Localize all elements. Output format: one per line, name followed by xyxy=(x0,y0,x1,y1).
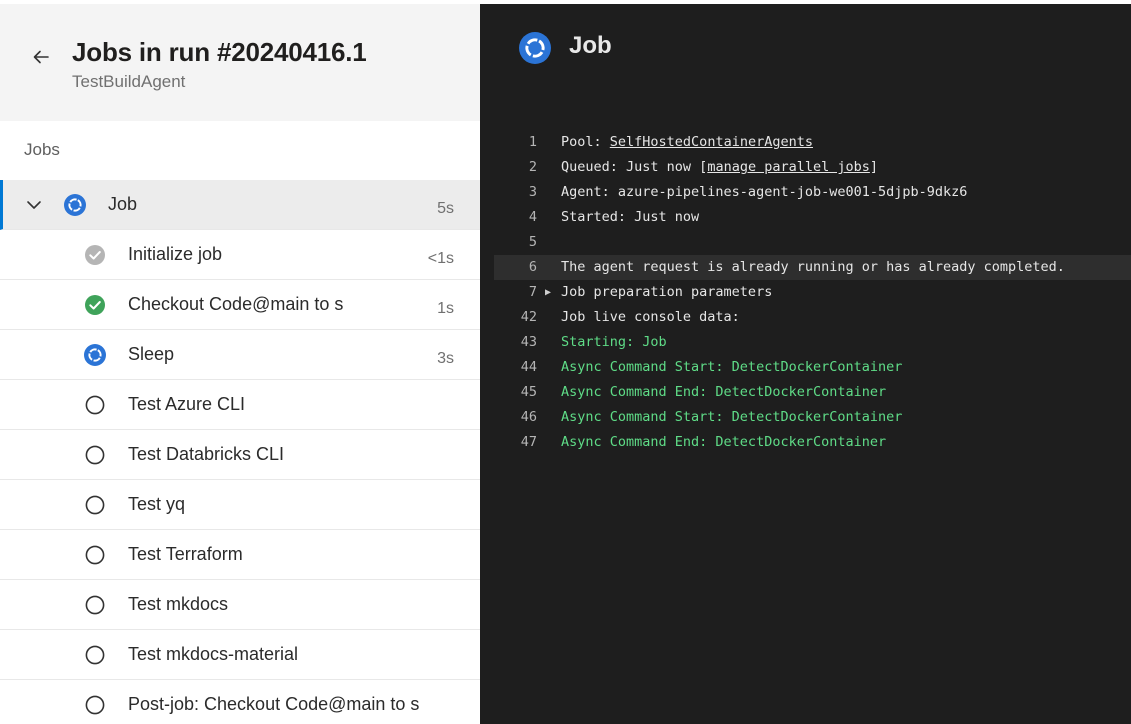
line-number: 42 xyxy=(520,309,537,325)
line-number: 46 xyxy=(520,409,537,425)
chevron-down-icon[interactable] xyxy=(25,196,43,214)
step-duration: 1s xyxy=(437,300,454,317)
top-divider xyxy=(480,0,1131,4)
job-row[interactable]: Job 5s xyxy=(0,180,480,230)
step-duration: <1s xyxy=(427,250,454,267)
step-row[interactable]: Sleep 3s xyxy=(0,330,480,380)
console-title: Job xyxy=(569,32,612,59)
console-line: 1 Pool: SelfHostedContainerAgents xyxy=(494,130,1131,155)
console-line: 42 Job live console data: xyxy=(494,305,1131,330)
pending-status-icon xyxy=(84,594,106,616)
line-number: 2 xyxy=(528,159,537,175)
succeeded-status-icon xyxy=(84,294,106,316)
pending-status-icon xyxy=(84,644,106,666)
pending-status-icon xyxy=(84,494,106,516)
console-link[interactable]: SelfHostedContainerAgents xyxy=(610,134,813,150)
step-label: Checkout Code@main to s xyxy=(128,294,344,314)
job-duration: 5s xyxy=(437,200,454,217)
pipeline-name: TestBuildAgent xyxy=(72,72,186,91)
console-log: 1 Pool: SelfHostedContainerAgents 2 Queued:… xyxy=(494,130,1131,455)
step-row[interactable]: Test yq xyxy=(0,480,480,530)
step-row[interactable]: Post-job: Checkout Code@main to s xyxy=(0,680,480,724)
pending-status-icon xyxy=(84,394,106,416)
jobs-section-label: Jobs xyxy=(24,140,60,159)
console-text: Job live console data: xyxy=(561,309,740,325)
console-line: 5 xyxy=(494,230,1131,255)
pending-status-icon xyxy=(84,694,106,716)
step-row[interactable]: Test Terraform xyxy=(0,530,480,580)
console-line: 4 Started: Just now xyxy=(494,205,1131,230)
console-text: Pool: SelfHostedContainerAgents xyxy=(561,134,813,150)
console-text: Async Command Start: DetectDockerContain… xyxy=(561,359,903,375)
console-line: 47 Async Command End: DetectDockerContain… xyxy=(494,430,1131,455)
console-line: 46 Async Command Start: DetectDockerConta… xyxy=(494,405,1131,430)
console-line: 3 Agent: azure-pipelines-agent-job-we001-… xyxy=(494,180,1131,205)
panel-header: Jobs in run #20240416.1 TestBuildAgent xyxy=(0,4,480,121)
arrow-left-icon xyxy=(33,50,49,64)
step-duration: 3s xyxy=(437,350,454,367)
step-label: Post-job: Checkout Code@main to s xyxy=(128,694,420,714)
step-label: Initialize job xyxy=(128,244,223,264)
running-status-icon xyxy=(84,344,106,366)
console-line: 2 Queued: Just now [manage parallel jobs] xyxy=(494,155,1131,180)
step-row[interactable]: Test mkdocs xyxy=(0,580,480,630)
line-number: 7 xyxy=(528,284,537,300)
line-number: 44 xyxy=(520,359,537,375)
console-text: Started: Just now xyxy=(561,209,700,225)
step-row[interactable]: Checkout Code@main to s 1s xyxy=(0,280,480,330)
step-row[interactable]: Test Azure CLI xyxy=(0,380,480,430)
running-status-icon xyxy=(64,194,86,216)
step-label: Test Databricks CLI xyxy=(128,444,285,464)
pending-status-icon xyxy=(84,544,106,566)
page-title: Jobs in run #20240416.1 xyxy=(72,37,367,67)
console-text: Starting: Job xyxy=(561,334,667,350)
line-number: 45 xyxy=(520,384,537,400)
expand-triangle-icon[interactable]: ▶ xyxy=(545,280,551,305)
step-label: Sleep xyxy=(128,344,175,364)
line-number: 1 xyxy=(528,134,537,150)
back-button[interactable] xyxy=(26,42,56,72)
step-label: Test Azure CLI xyxy=(128,394,246,414)
console-text[interactable]: Job preparation parameters xyxy=(561,280,772,305)
console-text: Async Command End: DetectDockerContainer xyxy=(561,384,887,400)
step-label: Test yq xyxy=(128,494,186,514)
step-label: Test Terraform xyxy=(128,544,243,564)
step-row[interactable]: Test Databricks CLI xyxy=(0,430,480,480)
console-line: 7 ▶ Job preparation parameters xyxy=(494,280,1131,305)
console-panel: Job 1 Pool: SelfHostedContainerAgents 2 Que… xyxy=(480,0,1131,724)
skipped-status-icon xyxy=(84,244,106,266)
line-number: 5 xyxy=(528,234,537,250)
console-line: 45 Async Command End: DetectDockerContain… xyxy=(494,380,1131,405)
pending-status-icon xyxy=(84,444,106,466)
line-number: 3 xyxy=(528,184,537,200)
line-number: 43 xyxy=(520,334,537,350)
step-label: Test mkdocs-material xyxy=(128,644,299,664)
step-row[interactable]: Test mkdocs-material xyxy=(0,630,480,680)
console-line: 44 Async Command Start: DetectDockerConta… xyxy=(494,355,1131,380)
console-text: The agent request is already running or … xyxy=(561,259,1065,275)
console-text: Async Command End: DetectDockerContainer xyxy=(561,434,887,450)
running-status-icon xyxy=(519,32,551,64)
console-text: Queued: Just now [manage parallel jobs] xyxy=(561,159,879,175)
step-row[interactable]: Initialize job <1s xyxy=(0,230,480,280)
line-number: 6 xyxy=(528,259,537,275)
console-text: Async Command Start: DetectDockerContain… xyxy=(561,409,903,425)
console-line: 43 Starting: Job xyxy=(494,330,1131,355)
job-label: Job xyxy=(108,194,138,214)
console-line: 6 The agent request is already running or… xyxy=(494,255,1131,280)
step-label: Test mkdocs xyxy=(128,594,229,614)
jobs-panel: Jobs in run #20240416.1 TestBuildAgent J… xyxy=(0,0,480,724)
line-number: 47 xyxy=(520,434,537,450)
jobs-list: Job 5s Initialize job <1s Checkout Code@ma… xyxy=(0,180,480,724)
console-link[interactable]: manage parallel jobs xyxy=(707,159,870,175)
console-text: Agent: azure-pipelines-agent-job-we001-5… xyxy=(561,184,968,200)
line-number: 4 xyxy=(528,209,537,225)
